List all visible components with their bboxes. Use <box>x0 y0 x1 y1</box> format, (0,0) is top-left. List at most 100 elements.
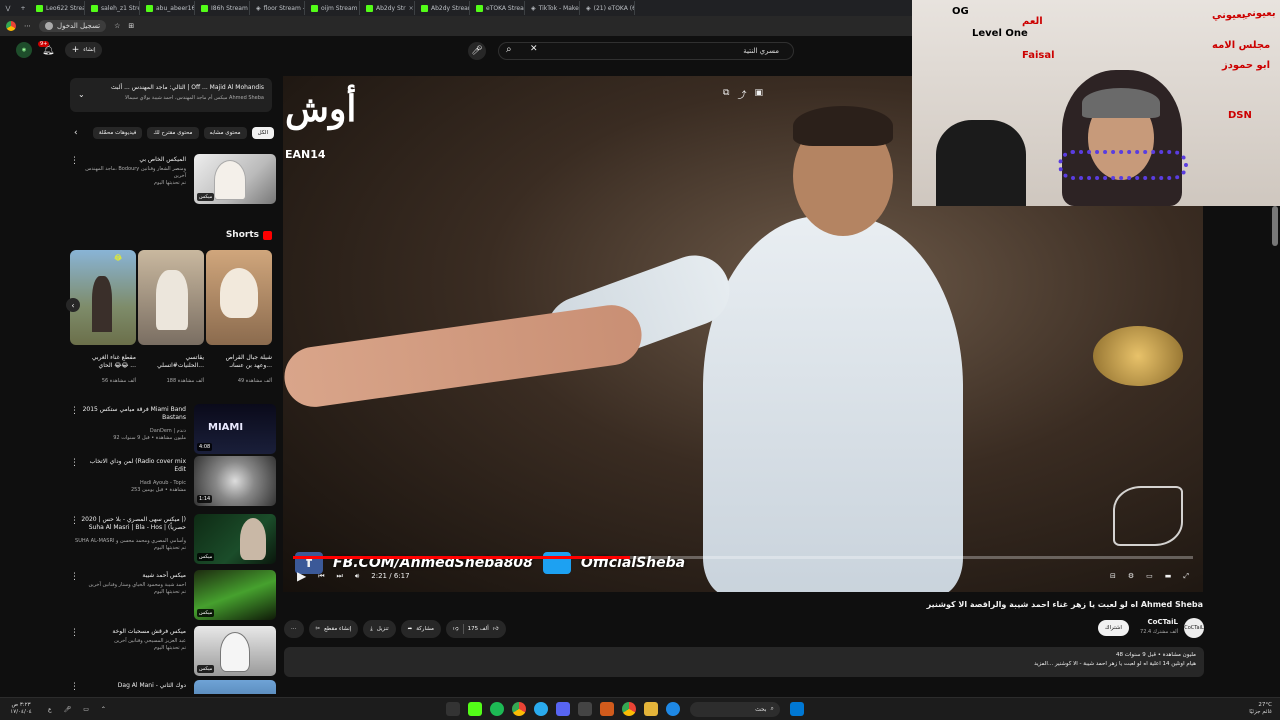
recommendation-item[interactable]: ميكس ميكس أحمد شيبة احمد شيبة ومحمود الخ… <box>66 570 276 622</box>
short-title[interactable]: مقطع غناء الغربي الحاي 😂😂 ... <box>70 354 136 370</box>
video-thumbnail[interactable]: ميكس <box>194 154 276 204</box>
previous-icon[interactable]: ⏮ <box>318 572 324 581</box>
browser-tab[interactable]: Ab2dy Str × <box>360 1 415 15</box>
new-tab-button[interactable]: + <box>16 5 30 12</box>
shorts-prev-icon[interactable]: ‹ <box>66 298 80 312</box>
clear-search-icon[interactable]: ✕ <box>530 44 538 54</box>
short-thumbnail[interactable] <box>138 250 204 345</box>
tab-menu-icon[interactable]: ⋁ <box>0 5 16 12</box>
miniplayer-icon[interactable]: ▭ <box>1146 572 1153 581</box>
play-icon[interactable]: ▶ <box>297 569 306 583</box>
display-tray-icon[interactable]: ▭ <box>83 706 89 713</box>
recommendation-item[interactable]: Dag Al Mani - دوك الثاني ⋮ <box>66 680 276 694</box>
recommendation-item[interactable]: ميكس ميكس سهى المصري - بلا حس | 2020 |) S… <box>66 514 276 566</box>
download-button[interactable]: ⤓ تنزيل <box>363 620 396 638</box>
chevron-down-icon[interactable]: ⌄ <box>78 90 85 99</box>
more-options-icon[interactable]: ⋮ <box>70 516 79 526</box>
browser-tab[interactable]: Ab2dy Stream× <box>415 1 470 15</box>
video-thumbnail[interactable]: ميكس <box>194 514 276 564</box>
clip-button[interactable]: ✂ إنشاء مقطع <box>308 620 359 638</box>
recommendation-item[interactable]: ميكس الميكس الخاص بي ماجد المهندس، Bodou… <box>66 154 276 206</box>
search-icon[interactable]: ⌕ <box>506 44 512 55</box>
theater-icon[interactable]: ▬ <box>1165 572 1172 581</box>
spotify-icon[interactable] <box>489 702 504 716</box>
browser-tab[interactable]: ◈(21) eTOKA (6× <box>580 1 635 15</box>
fullscreen-icon[interactable]: ⤢ <box>1183 572 1189 581</box>
chevron-left-icon[interactable]: ‹ <box>74 128 78 138</box>
telegram-icon[interactable] <box>533 702 548 716</box>
next-icon[interactable]: ⏭ <box>337 572 343 581</box>
chrome-icon[interactable] <box>511 702 526 716</box>
language-icon[interactable]: ع <box>48 706 52 713</box>
taskbar-search[interactable]: بحث ⌕ <box>689 701 780 717</box>
chip-similar[interactable]: محتوى مشابه <box>203 127 247 139</box>
weather-widget[interactable]: 27°C غائم جزئيًا <box>1249 702 1272 715</box>
chip-downloads[interactable]: فيديوهات محمّلة <box>92 127 143 139</box>
channel-name[interactable]: CoCTaiL <box>1147 618 1178 626</box>
short-thumbnail[interactable]: 😂 <box>70 250 136 345</box>
short-title[interactable]: يقاتسي الحلنيات#اتسلي... <box>138 354 204 370</box>
tray-chevron-icon[interactable]: ⌃ <box>101 706 106 713</box>
signin-button[interactable]: تسجيل الدخول <box>39 20 107 32</box>
description-box[interactable]: 48 مليون مشاهدة • قبل 9 سنوات هيام اونلي… <box>284 647 1204 677</box>
subtitles-icon[interactable]: ⊟ <box>1110 572 1116 581</box>
channel-avatar[interactable]: CoCTaiL <box>1184 618 1204 638</box>
volume-icon[interactable]: 🔊︎ <box>355 572 359 581</box>
progress-bar[interactable] <box>293 556 1193 559</box>
share-icon[interactable]: ⤴ <box>737 88 746 101</box>
browser-tab[interactable]: saleh_z1 Stream× <box>85 1 140 15</box>
video-thumbnail[interactable]: ميكس <box>194 570 276 620</box>
browser-tab[interactable]: ◈floor Stream -× <box>250 1 305 15</box>
info-icon[interactable]: ▣ <box>754 88 763 101</box>
account-avatar[interactable]: ◉ <box>16 42 32 58</box>
start-icon[interactable] <box>789 702 804 716</box>
video-thumbnail[interactable]: MIAMI 4:08 <box>194 404 276 454</box>
recommendation-item[interactable]: ميكس ميكس فرقش مسحبات الوخة عبد العزيز ا… <box>66 626 276 678</box>
voice-search-button[interactable]: 🎤︎ <box>468 42 486 60</box>
more-options-icon[interactable]: ⋮ <box>70 406 79 416</box>
share-button[interactable]: ➦ مشاركة <box>400 620 441 638</box>
chip-recommended[interactable]: محتوى مقترح لك <box>147 127 199 139</box>
subscribe-button[interactable]: اشتراك <box>1098 620 1129 636</box>
more-options-icon[interactable]: ⋮ <box>70 458 79 468</box>
edge-icon[interactable] <box>665 702 680 716</box>
tab-close-icon[interactable]: × <box>409 5 414 12</box>
video-thumbnail[interactable]: 1:14 <box>194 456 276 506</box>
dislike-icon[interactable]: 👎︎ <box>453 626 459 632</box>
recommendation-item[interactable]: MIAMI 4:08 فرقة ميامي ستكس 2015 Miami Ba… <box>66 404 276 456</box>
more-options-icon[interactable]: ⋮ <box>70 156 79 166</box>
kick-app-icon[interactable] <box>467 702 482 716</box>
app-icon[interactable] <box>445 702 460 716</box>
obs-icon[interactable] <box>577 702 592 716</box>
browser-tab[interactable]: oijm Stream× <box>305 1 360 15</box>
like-icon[interactable]: 👍︎ <box>493 626 499 632</box>
create-button[interactable]: + إنشاء <box>64 42 103 58</box>
extensions-icon[interactable]: ⊞ <box>128 22 134 30</box>
search-input[interactable]: مسري النتية <box>498 42 794 60</box>
video-thumbnail[interactable]: ميكس <box>194 626 276 676</box>
browser-tab[interactable]: abu_abeer16 Str× <box>140 1 195 15</box>
save-icon[interactable]: ⧉ <box>723 88 729 101</box>
settings-gear-icon[interactable]: ⚙ <box>1128 572 1134 581</box>
discord-icon[interactable] <box>555 702 570 716</box>
chrome-icon[interactable] <box>621 702 636 716</box>
more-options-icon[interactable]: ⋮ <box>70 572 79 582</box>
more-options-icon[interactable]: ⋮ <box>70 628 79 638</box>
browser-tab[interactable]: ◈TikTok - Make× <box>525 1 580 15</box>
recommendation-item[interactable]: 1:14 لمن وداي الاتخاب (Radio cover mix Ed… <box>66 456 276 508</box>
page-scrollbar[interactable] <box>1272 206 1278 246</box>
app-icon[interactable] <box>599 702 614 716</box>
more-options-icon[interactable]: ⋮ <box>70 682 79 692</box>
more-actions-button[interactable]: ⋯ <box>284 620 304 638</box>
short-title[interactable]: شيلة جبال القراص وعهد بن عسانـ... <box>206 354 272 370</box>
file-explorer-icon[interactable] <box>643 702 658 716</box>
browser-tab[interactable]: Leo622 Stream× <box>30 1 85 15</box>
bookmark-star-icon[interactable]: ☆ <box>114 22 120 30</box>
up-next-box[interactable]: التالي: ماجد المهندس ... ألبث | Off ... … <box>70 78 272 112</box>
browser-tab[interactable]: eTOKA Stream× <box>470 1 525 15</box>
clock[interactable]: ٣:٢٣ ص ١٧/٠٤/٠٤ <box>0 702 42 715</box>
chip-all[interactable]: الكل <box>251 127 274 139</box>
menu-dots-icon[interactable]: ⋯ <box>24 22 31 30</box>
browser-tab[interactable]: I86h Stream× <box>195 1 250 15</box>
mic-tray-icon[interactable]: 🎤︎ <box>64 706 72 713</box>
